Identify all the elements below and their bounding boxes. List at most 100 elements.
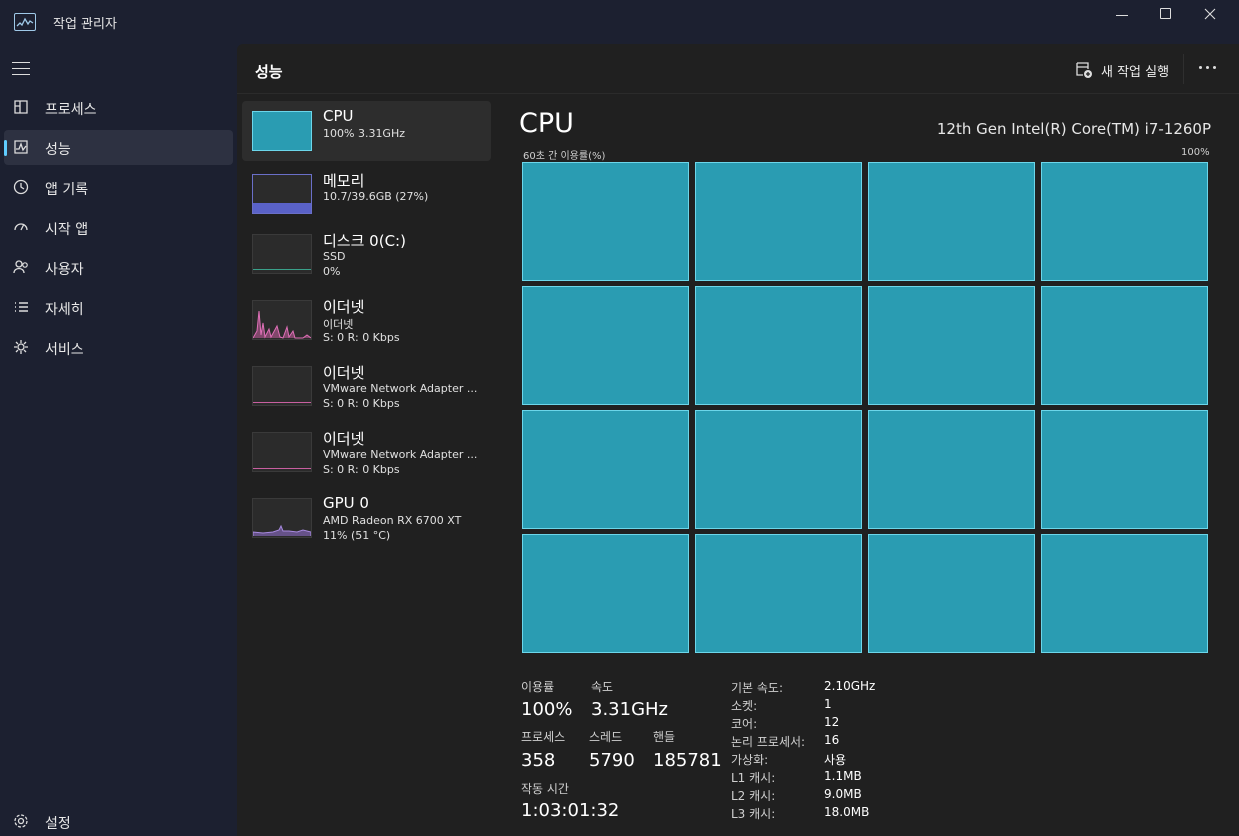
device-name: CPU [323, 107, 354, 125]
speed-value: 3.31GHz [591, 699, 669, 720]
threads-label: 스레드 [589, 730, 623, 744]
close-button[interactable] [1188, 0, 1234, 30]
page-title: 성능 [255, 63, 283, 81]
logical-processor-graph [522, 162, 689, 281]
nav-label: 시작 앱 [45, 222, 89, 238]
nav-item-app-history[interactable]: 앱 기록 [4, 170, 233, 205]
device-item-memory[interactable]: 메모리 10.7/39.6GB (27%) [242, 164, 491, 224]
menu-toggle-button[interactable] [12, 62, 30, 76]
app-history-icon [13, 179, 29, 195]
nav-label: 자세히 [45, 302, 84, 318]
uptime-label: 작동 시간 [521, 782, 569, 796]
ethernet-thumbnail-graph [252, 300, 312, 340]
device-detail-2: S: 0 R: 0 Kbps [323, 331, 400, 344]
processes-value: 358 [521, 750, 556, 771]
gpu-thumbnail-graph [252, 498, 312, 538]
graph-max-label: 100% [1181, 147, 1210, 158]
device-name: 메모리 [323, 172, 365, 190]
detail-value: 1 [824, 697, 832, 711]
detail-key: L3 캐시: [731, 807, 776, 821]
nav-item-users[interactable]: 사용자 [4, 250, 233, 285]
device-detail-2: 0% [323, 265, 341, 278]
performance-panel: 성능 새 작업 실행 CPU 100% 3.31GHz 메모리 10.7/39.… [237, 44, 1239, 836]
more-options-button[interactable] [1199, 64, 1219, 72]
logical-processor-graph [522, 410, 689, 529]
detail-value: 1.1MB [824, 769, 862, 783]
nav-item-details[interactable]: 자세히 [4, 290, 233, 325]
device-name: 이더넷 [323, 364, 365, 382]
detail-key: L2 캐시: [731, 789, 776, 803]
minimize-button[interactable] [1100, 0, 1146, 30]
logical-processor-graph [868, 286, 1035, 405]
device-detail-2: S: 0 R: 0 Kbps [323, 463, 400, 476]
header-divider [237, 93, 1239, 94]
detail-value: 2.10GHz [824, 679, 876, 693]
close-icon [1204, 8, 1216, 20]
processes-label: 프로세스 [521, 730, 566, 744]
detail-key: 논리 프로세서: [731, 735, 806, 749]
new-task-icon [1076, 62, 1092, 78]
logical-processor-graph [1041, 286, 1208, 405]
gear-icon [14, 814, 28, 828]
device-detail: VMware Network Adapter ... [323, 382, 478, 395]
logical-processor-graph [695, 534, 862, 653]
detail-value: 9.0MB [824, 787, 862, 801]
detail-key: 가상화: [731, 753, 769, 767]
nav-item-services[interactable]: 서비스 [4, 330, 233, 365]
device-item-ethernet-2[interactable]: 이더넷 VMware Network Adapter ... S: 0 R: 0… [242, 356, 491, 416]
device-detail: 100% 3.31GHz [323, 127, 406, 140]
new-task-label: 새 작업 실행 [1101, 65, 1170, 80]
handles-value: 185781 [653, 750, 722, 771]
device-detail: AMD Radeon RX 6700 XT [323, 514, 462, 527]
navigation-pane: 프로세스 성능 앱 기록 시작 앱 사용자 자세히 서비스 설정 [0, 44, 237, 836]
device-item-ethernet-3[interactable]: 이더넷 VMware Network Adapter ... S: 0 R: 0… [242, 422, 491, 482]
logical-processor-graph [695, 410, 862, 529]
device-item-disk[interactable]: 디스크 0(C:) SSD 0% [242, 224, 491, 284]
task-manager-app-icon [14, 13, 36, 31]
handles-label: 핸들 [653, 730, 676, 744]
logical-processor-graph-grid[interactable] [522, 162, 1208, 653]
device-item-ethernet-1[interactable]: 이더넷 이더넷 S: 0 R: 0 Kbps [242, 290, 491, 350]
detail-value: 18.0MB [824, 805, 870, 819]
logical-processor-graph [1041, 534, 1208, 653]
device-detail: 10.7/39.6GB (27%) [323, 190, 429, 203]
logical-processor-graph [868, 410, 1035, 529]
disk-thumbnail-graph [252, 234, 312, 274]
graph-caption: 60초 간 이용률(%) [523, 151, 606, 162]
settings-label: 설정 [45, 816, 71, 832]
utilization-value: 100% [521, 699, 573, 720]
nav-label: 서비스 [45, 342, 84, 358]
nav-item-startup[interactable]: 시작 앱 [4, 210, 233, 245]
services-icon [14, 340, 28, 354]
minimize-icon [1116, 15, 1128, 16]
settings-button[interactable]: 설정 [4, 806, 233, 836]
device-detail: SSD [323, 250, 346, 263]
nav-label: 앱 기록 [45, 182, 89, 198]
cpu-thumbnail-graph [252, 111, 312, 151]
device-detail-2: S: 0 R: 0 Kbps [323, 397, 400, 410]
detail-key: 기본 속도: [731, 681, 784, 695]
nav-item-performance[interactable]: 성능 [4, 130, 233, 165]
device-item-cpu[interactable]: CPU 100% 3.31GHz [242, 101, 491, 161]
device-item-gpu[interactable]: GPU 0 AMD Radeon RX 6700 XT 11% (51 °C) [242, 488, 491, 548]
device-detail: VMware Network Adapter ... [323, 448, 478, 461]
processes-icon [14, 100, 28, 114]
nav-item-processes[interactable]: 프로세스 [4, 90, 233, 125]
cpu-model-name: 12th Gen Intel(R) Core(TM) i7-1260P [936, 120, 1211, 138]
device-name: GPU 0 [323, 494, 369, 512]
device-name: 이더넷 [323, 298, 365, 316]
maximize-button[interactable] [1142, 0, 1188, 30]
title-bar: 작업 관리자 [0, 0, 1239, 44]
logical-processor-graph [868, 534, 1035, 653]
device-name: 이더넷 [323, 430, 365, 448]
speed-label: 속도 [591, 680, 614, 694]
ethernet-thumbnail-graph [252, 366, 312, 406]
utilization-label: 이용률 [521, 680, 555, 694]
detail-value: 사용 [824, 753, 847, 767]
logical-processor-graph [1041, 162, 1208, 281]
logical-processor-graph [522, 286, 689, 405]
uptime-value: 1:03:01:32 [521, 800, 620, 821]
detail-key: 코어: [731, 717, 758, 731]
memory-thumbnail-graph [252, 174, 312, 214]
performance-icon [14, 140, 28, 154]
